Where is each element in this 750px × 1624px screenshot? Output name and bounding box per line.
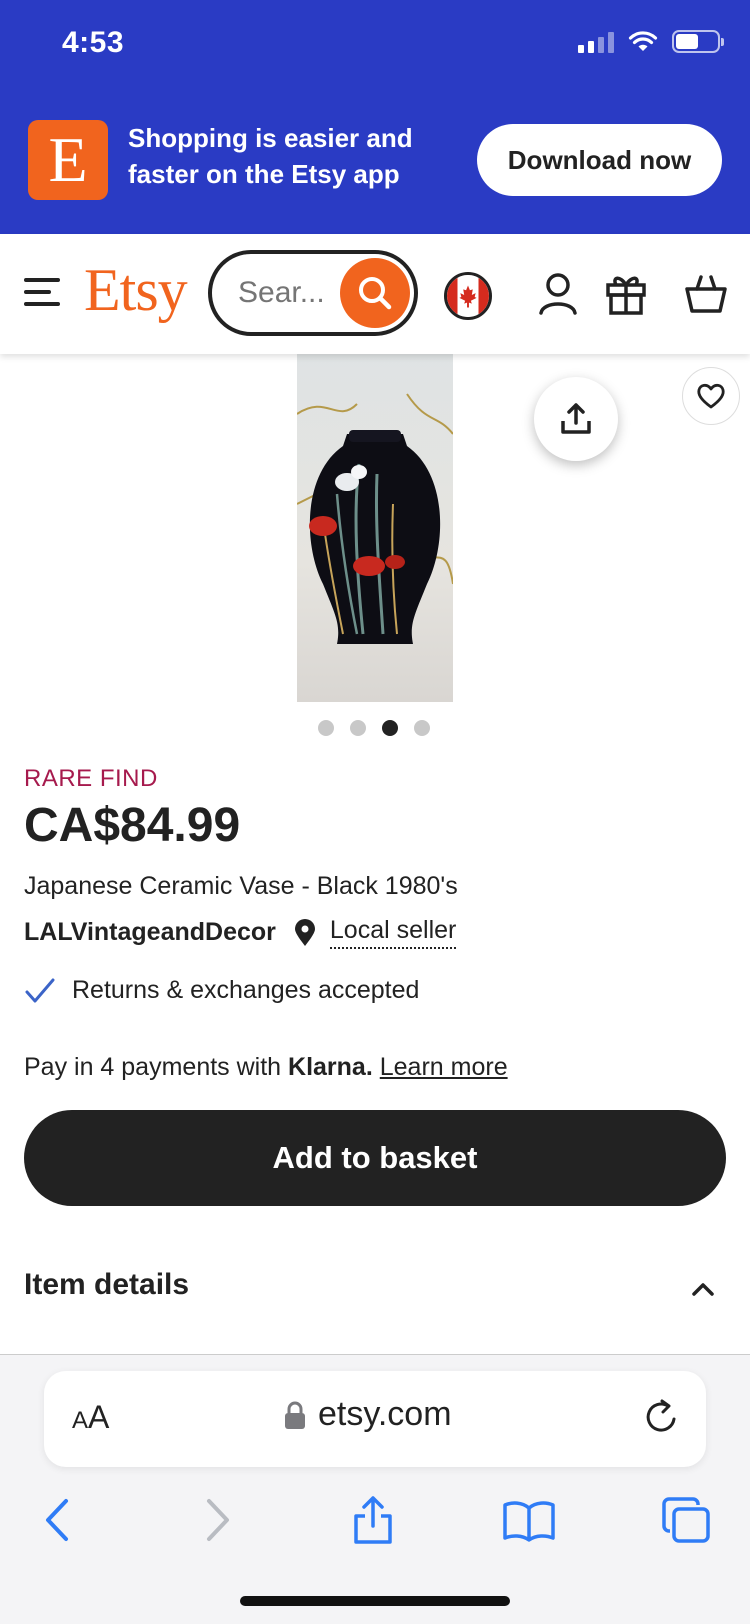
search-input[interactable] [238,272,338,314]
address-bar[interactable]: AA etsy.com [44,1371,706,1467]
klarna-info: Pay in 4 payments with Klarna. Learn mor… [24,1053,508,1082]
gallery-dot-active[interactable] [382,720,398,736]
etsy-logo[interactable]: Etsy [84,256,188,325]
home-indicator [240,1596,510,1606]
product-price: CA$84.99 [24,799,241,852]
product-gallery[interactable] [0,354,750,704]
gallery-pagination [318,720,430,736]
location-pin-icon [294,918,316,947]
chevron-up-icon[interactable] [688,1278,718,1300]
lock-icon [285,1401,305,1429]
product-title: Japanese Ceramic Vase - Black 1980's [24,872,458,900]
search-bar [208,250,418,336]
seller-row: LALVintageandDecor Local seller [24,916,457,949]
reload-icon[interactable] [642,1397,682,1437]
app-download-banner: 4:53 E Shopping is easier and faster on … [0,0,750,234]
basket-icon[interactable] [683,270,729,316]
forward-icon[interactable] [191,1493,245,1547]
download-now-button[interactable]: Download now [477,124,722,196]
url-text: etsy.com [318,1395,452,1433]
rare-find-badge: RARE FIND [24,765,158,792]
url-display[interactable]: etsy.com [284,1395,452,1434]
heart-icon [697,383,725,409]
share-sheet-icon[interactable] [346,1493,400,1547]
banner-message: Shopping is easier and faster on the Ets… [128,123,413,189]
cellular-signal-icon [578,31,614,53]
local-seller-link[interactable]: Local seller [329,916,457,949]
returns-info: Returns & exchanges accepted [24,976,419,1005]
product-image[interactable] [297,354,453,702]
klarna-logo: Klarna. [288,1053,373,1081]
klarna-prefix: Pay in 4 payments with [24,1053,282,1081]
wifi-icon [628,30,658,51]
account-icon[interactable] [535,270,581,316]
browser-toolbar: AA etsy.com [0,1355,750,1624]
tabs-icon[interactable] [659,1493,713,1547]
search-button[interactable] [340,258,410,328]
status-time: 4:53 [62,26,125,59]
gift-icon[interactable] [603,270,649,316]
canada-flag-icon[interactable] [444,272,492,320]
gallery-dot[interactable] [414,720,430,736]
share-icon [561,403,591,434]
seller-name-link[interactable]: LALVintageandDecor [24,918,276,947]
share-button[interactable] [534,377,618,461]
status-icons [578,30,724,53]
site-header: Etsy [0,234,750,354]
gallery-dot[interactable] [318,720,334,736]
checkmark-icon [24,977,56,1005]
learn-more-link[interactable]: Learn more [380,1053,508,1081]
returns-text: Returns & exchanges accepted [72,976,420,1004]
battery-icon [672,30,724,53]
etsy-app-icon: E [28,120,108,200]
item-details-heading[interactable]: Item details [24,1268,189,1302]
text-size-button[interactable]: AA [72,1399,109,1436]
favorite-button[interactable] [682,367,740,425]
search-icon [359,277,392,310]
back-icon[interactable] [30,1493,84,1547]
menu-icon[interactable] [24,278,60,308]
gallery-dot[interactable] [350,720,366,736]
bookmarks-icon[interactable] [502,1493,556,1547]
add-to-basket-button[interactable]: Add to basket [24,1110,726,1206]
